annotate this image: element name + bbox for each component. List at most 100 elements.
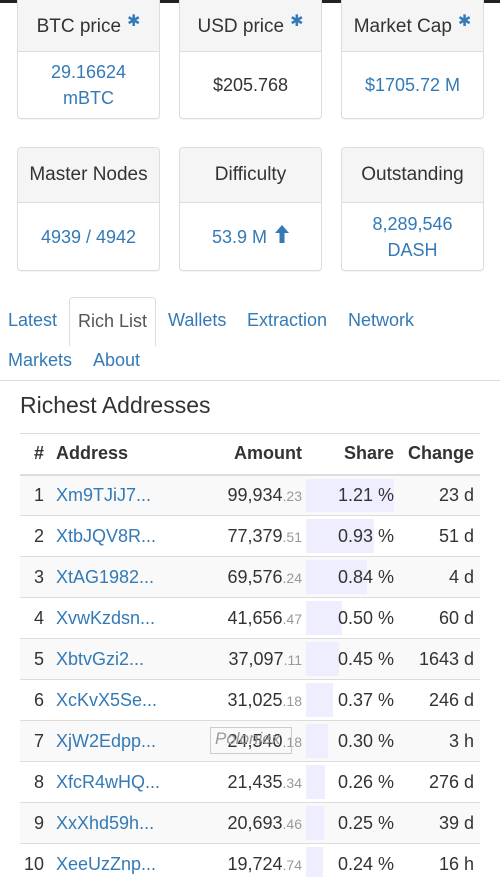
rank-cell: 5 (20, 638, 54, 680)
stat-panel-difficulty: Difficulty 53.9 M (179, 147, 322, 271)
star-icon[interactable]: ✱ (127, 11, 140, 31)
table-row: 6 XcKvX5Se... 31,025.18 0.37 % 246 d (20, 679, 480, 721)
panel-value: $205.768 (212, 75, 289, 95)
table-row: 5 XbtvGzi2... 37,097.11 0.45 % 1643 d (20, 638, 480, 680)
share-cell: 0.25 % (306, 802, 400, 844)
address-link[interactable]: Xm9TJiJ7... (56, 485, 151, 505)
amount-decimal: .18 (282, 692, 302, 709)
panel-title: Difficulty (214, 164, 287, 185)
amount-decimal: .51 (282, 528, 302, 545)
address-cell: XjW2Edpp... Poloniex (54, 720, 292, 762)
address-link[interactable]: XcKvX5Se... (56, 690, 157, 710)
rank-cell: 8 (20, 761, 54, 803)
rank-cell: 2 (20, 515, 54, 557)
table-row: 9 XxXhd59h... 20,693.46 0.25 % 39 d (20, 802, 480, 844)
panel-title: USD price (197, 15, 285, 37)
address-link[interactable]: XtAG1982... (56, 567, 154, 587)
change-cell: 23 d (400, 474, 480, 516)
address-link[interactable]: XbtvGzi2... (56, 649, 144, 669)
amount-integer: 21,435 (227, 771, 283, 792)
change-cell: 246 d (400, 679, 480, 721)
address-cell: XcKvX5Se... (54, 679, 199, 721)
share-value: 0.25 % (337, 812, 394, 833)
share-cell: 0.84 % (306, 556, 400, 598)
amount-cell: 37,097.11 (198, 638, 306, 680)
table-row: 1 Xm9TJiJ7... 99,934.23 1.21 % 23 d (20, 474, 480, 516)
nav-divider (0, 380, 500, 381)
panel-value[interactable]: 8,289,546 (372, 211, 452, 237)
share-value: 0.45 % (337, 648, 394, 669)
rank-cell: 6 (20, 679, 54, 721)
address-link[interactable]: XvwKzdsn... (56, 608, 155, 628)
tab-extraction[interactable]: Extraction (239, 297, 335, 343)
tab-markets[interactable]: Markets (0, 337, 80, 383)
address-link[interactable]: XfcR4wHQ... (56, 772, 160, 792)
address-cell: XtAG1982... (54, 556, 199, 598)
share-value: 1.21 % (337, 484, 394, 505)
tab-network[interactable]: Network (340, 297, 422, 343)
stat-panel-master-nodes: Master Nodes 4939 / 4942 (17, 147, 160, 271)
panel-value-unit[interactable]: mBTC (63, 85, 114, 111)
amount-decimal: .11 (283, 651, 302, 668)
header-amount[interactable]: Amount (198, 433, 306, 476)
change-cell: 1643 d (400, 638, 480, 680)
star-icon[interactable]: ✱ (458, 11, 471, 31)
change-cell: 60 d (400, 597, 480, 639)
table-row: 8 XfcR4wHQ... 21,435.34 0.26 % 276 d (20, 761, 480, 803)
section-title: Richest Addresses (20, 392, 211, 418)
rich-list-table: # Address Amount Share Change 1 Xm9TJiJ7… (20, 433, 480, 877)
address-link[interactable]: XtbJQV8R... (56, 526, 156, 546)
amount-decimal: .74 (282, 856, 302, 873)
star-icon[interactable]: ✱ (290, 11, 303, 31)
header-address[interactable]: Address (54, 433, 199, 476)
share-bar (306, 847, 323, 877)
panel-value[interactable]: $1705.72 M (365, 72, 460, 98)
share-bar (306, 683, 333, 717)
share-value: 0.50 % (337, 607, 394, 628)
address-cell: XeeUzZnp... (54, 843, 199, 877)
address-label-tag: Poloniex (210, 727, 292, 754)
rank-cell: 1 (20, 474, 54, 516)
panel-value-unit[interactable]: DASH (387, 237, 437, 263)
amount-cell: 69,576.24 (198, 556, 306, 598)
tab-wallets[interactable]: Wallets (160, 297, 234, 343)
share-bar (306, 724, 328, 758)
address-cell: XtbJQV8R... (54, 515, 199, 557)
share-cell: 0.45 % (306, 638, 400, 680)
address-link[interactable]: XxXhd59h... (56, 813, 154, 833)
change-cell: 3 h (400, 720, 480, 762)
table-header-row: # Address Amount Share Change (20, 433, 480, 476)
table-row: 7 XjW2Edpp... Poloniex 24,540.18 0.30 % 3… (20, 720, 480, 762)
change-cell: 276 d (400, 761, 480, 803)
share-value: 0.26 % (337, 771, 394, 792)
share-bar (306, 765, 325, 799)
share-bar (306, 806, 324, 840)
amount-integer: 99,934 (227, 484, 283, 505)
panel-value[interactable]: 4939 / 4942 (41, 224, 136, 250)
panel-value[interactable]: 29.16624 (51, 59, 126, 85)
header-share[interactable]: Share (306, 433, 400, 476)
header-change[interactable]: Change (400, 433, 480, 476)
address-cell: XvwKzdsn... (54, 597, 199, 639)
address-cell: XbtvGzi2... (54, 638, 199, 680)
amount-decimal: .34 (282, 774, 302, 791)
panel-value[interactable]: 53.9 M (212, 224, 267, 250)
panel-title: Outstanding (361, 164, 464, 185)
amount-integer: 41,656 (227, 607, 283, 628)
panel-title: Master Nodes (29, 164, 148, 185)
address-link[interactable]: XeeUzZnp... (56, 854, 156, 874)
amount-integer: 69,576 (227, 566, 283, 587)
amount-cell: 77,379.51 (198, 515, 306, 557)
share-value: 0.93 % (337, 525, 394, 546)
share-bar (306, 601, 342, 635)
header-rank[interactable]: # (20, 433, 54, 476)
stat-panel-usd-price: USD price ✱ $205.768 (179, 0, 322, 119)
share-cell: 0.93 % (306, 515, 400, 557)
change-cell: 4 d (400, 556, 480, 598)
change-cell: 39 d (400, 802, 480, 844)
stat-panel-market-cap: Market Cap ✱ $1705.72 M (341, 0, 484, 119)
rank-cell: 9 (20, 802, 54, 844)
amount-cell: 31,025.18 (198, 679, 306, 721)
address-link[interactable]: XjW2Edpp... (56, 731, 156, 751)
tab-about[interactable]: About (85, 337, 148, 383)
